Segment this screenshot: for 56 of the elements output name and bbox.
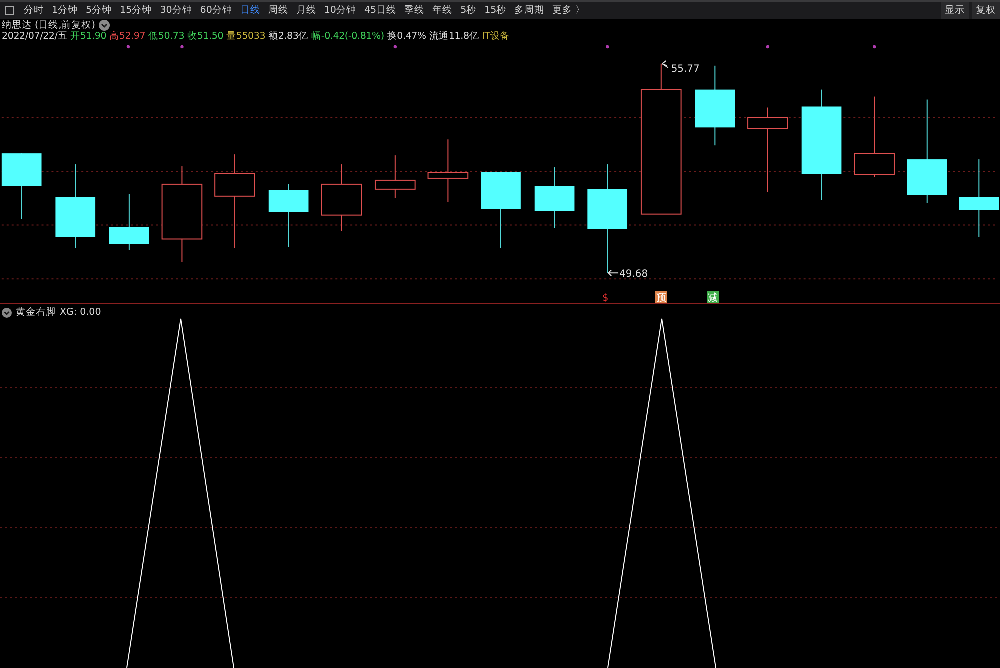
toolbar-button[interactable]: 复权 <box>972 2 1000 19</box>
period-tab[interactable]: 10分钟 <box>320 4 360 17</box>
signal-label: $ <box>602 293 609 303</box>
quote-value: 高52.97 <box>110 30 146 43</box>
quote-value: 低50.73 <box>148 30 185 43</box>
period-tab[interactable]: 60分钟 <box>196 4 236 17</box>
candlestick <box>534 167 575 229</box>
period-tab[interactable]: 日线 <box>236 4 264 17</box>
candlestick <box>268 184 309 248</box>
signal-label: 预 <box>656 293 666 303</box>
quote-value: 幅-0.42(-0.81%) <box>312 30 384 43</box>
period-tab[interactable]: 年线 <box>428 4 457 17</box>
dropdown-icon[interactable] <box>2 308 12 318</box>
dropdown-icon[interactable] <box>99 20 110 30</box>
candlestick <box>428 139 469 203</box>
quote-value: 流通11.8亿 <box>429 30 480 43</box>
marker-dot <box>766 45 770 49</box>
more-tab[interactable]: 更多 〉 <box>548 4 590 17</box>
candlestick <box>110 194 150 251</box>
low-price-label: 49.68 <box>620 269 648 280</box>
indicator-title: 黄金右脚 <box>16 306 56 319</box>
quote-value: 量55033 <box>226 30 266 43</box>
period-tab[interactable]: 15秒 <box>480 4 511 17</box>
indicator-reading: XG: 0.00 <box>60 307 102 318</box>
high-price-label: 55.77 <box>671 64 700 75</box>
candlestick <box>2 153 42 220</box>
period-tab[interactable]: 30分钟 <box>156 4 196 17</box>
period-tab[interactable]: 季线 <box>400 4 429 17</box>
period-tab[interactable]: 1分钟 <box>48 4 82 17</box>
marker-dot <box>180 45 184 49</box>
period-tab[interactable]: 5分钟 <box>82 4 116 17</box>
marker-dot <box>872 45 876 49</box>
stock-title: 纳思达 (日线,前复权) <box>2 18 96 32</box>
high-arrow-icon <box>662 60 669 68</box>
quote-value: 开51.90 <box>70 30 107 43</box>
period-tab[interactable]: 15分钟 <box>116 4 156 17</box>
period-tab[interactable]: 月线 <box>292 4 320 17</box>
panel-toggle-icon[interactable] <box>5 6 14 15</box>
candlestick <box>321 164 362 232</box>
marker-dot <box>394 45 397 49</box>
quote-value: 额2.83亿 <box>268 30 309 43</box>
marker-dot <box>126 45 130 49</box>
period-tab[interactable]: 5秒 <box>456 4 481 17</box>
period-tab[interactable]: 分时 <box>20 4 48 17</box>
toolbar-button[interactable]: 显示 <box>941 2 969 19</box>
marker-dot <box>606 45 610 49</box>
period-tab[interactable]: 周线 <box>264 4 292 17</box>
quote-value: 换0.47% <box>387 30 426 43</box>
quote-value: 收51.50 <box>188 30 224 43</box>
quote-value: IT设备 <box>482 30 510 43</box>
signal-label: 减 <box>708 293 718 303</box>
period-tab[interactable]: 45日线 <box>360 4 401 17</box>
candlestick <box>374 155 416 199</box>
quote-value: 2022/07/22/五 <box>2 30 68 43</box>
period-tab[interactable]: 多周期 <box>510 4 549 17</box>
low-arrow-icon <box>608 270 620 277</box>
